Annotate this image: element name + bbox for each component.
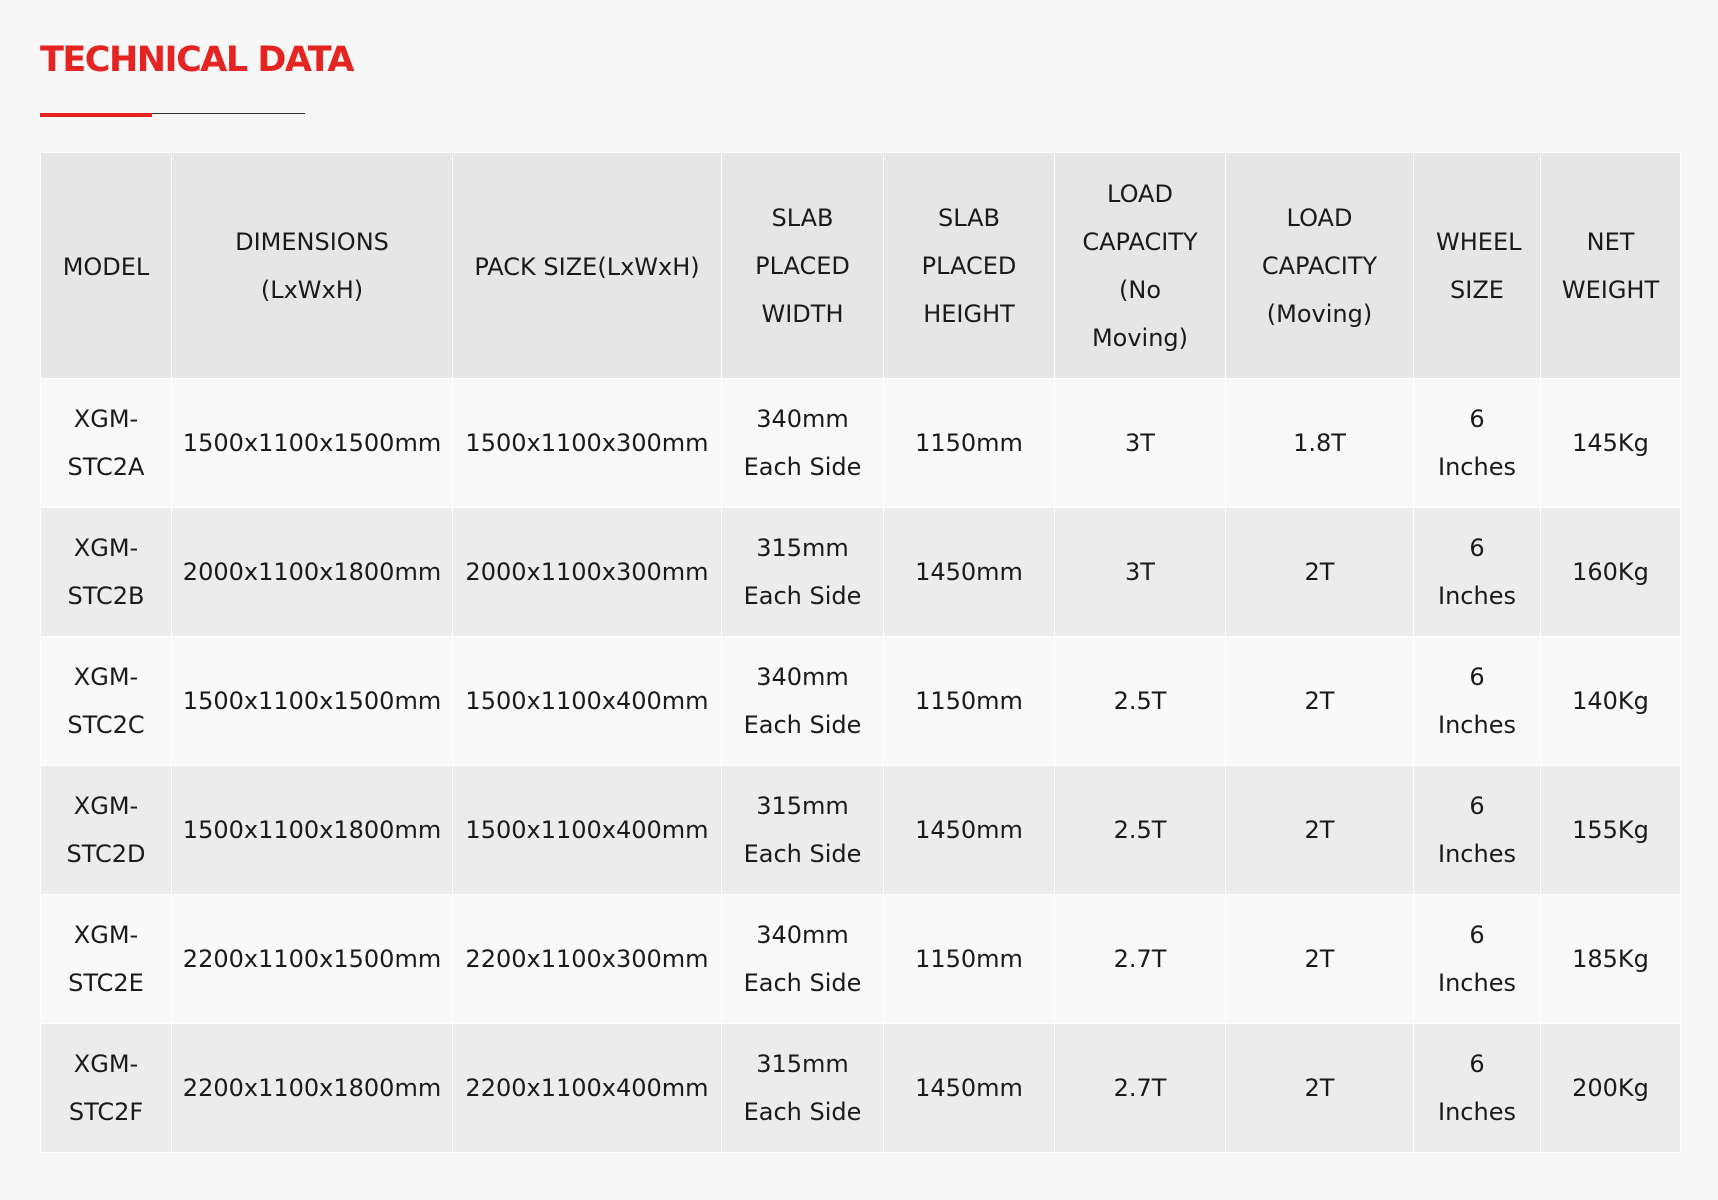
table-row: XGM-STC2A 1500x1100x1500mm 1500x1100x300mm…: [40, 378, 1681, 508]
table-row: XGM-STC2F 2200x1100x1800mm 2200x1100x400mm…: [40, 1023, 1681, 1153]
cell-slab-placed-width: 340mm Each Side: [721, 636, 884, 766]
cell-pack-size: 2000x1100x300mm: [452, 507, 722, 637]
cell-load-capacity-no-moving: 2.7T: [1054, 894, 1226, 1024]
table-body: XGM-STC2A 1500x1100x1500mm 1500x1100x300mm…: [40, 378, 1681, 1153]
cell-dimensions: 2200x1100x1800mm: [171, 1023, 453, 1153]
header-model: MODEL: [40, 152, 172, 379]
cell-dimensions: 1500x1100x1500mm: [171, 378, 453, 508]
cell-load-capacity-no-moving: 2.5T: [1054, 636, 1226, 766]
cell-dimensions: 1500x1100x1500mm: [171, 636, 453, 766]
technical-data-table: MODEL DIMENSIONS (LxWxH) PACK SIZE(LxWxH…: [40, 152, 1681, 1153]
cell-wheel-size: 6 Inches: [1413, 765, 1541, 895]
cell-wheel-size: 6 Inches: [1413, 507, 1541, 637]
cell-dimensions: 2000x1100x1800mm: [171, 507, 453, 637]
cell-model: XGM-STC2B: [40, 507, 172, 637]
cell-slab-placed-width: 315mm Each Side: [721, 765, 884, 895]
cell-net-weight: 155Kg: [1540, 765, 1681, 895]
cell-load-capacity-moving: 2T: [1225, 765, 1414, 895]
cell-pack-size: 1500x1100x400mm: [452, 636, 722, 766]
cell-slab-placed-height: 1150mm: [883, 894, 1055, 1024]
cell-net-weight: 185Kg: [1540, 894, 1681, 1024]
cell-load-capacity-no-moving: 3T: [1054, 507, 1226, 637]
section-title: TECHNICAL DATA: [40, 40, 355, 80]
cell-slab-placed-height: 1450mm: [883, 765, 1055, 895]
cell-load-capacity-no-moving: 2.7T: [1054, 1023, 1226, 1153]
cell-slab-placed-height: 1450mm: [883, 507, 1055, 637]
header-slab-placed-height: SLAB PLACED HEIGHT: [883, 152, 1055, 379]
cell-slab-placed-height: 1450mm: [883, 1023, 1055, 1153]
cell-wheel-size: 6 Inches: [1413, 636, 1541, 766]
table-row: XGM-STC2B 2000x1100x1800mm 2000x1100x300mm…: [40, 507, 1681, 637]
header-wheel-size: WHEEL SIZE: [1413, 152, 1541, 379]
title-underline-accent: [40, 113, 152, 117]
cell-load-capacity-moving: 2T: [1225, 507, 1414, 637]
table-row: XGM-STC2E 2200x1100x1500mm 2200x1100x300mm…: [40, 894, 1681, 1024]
cell-model: XGM-STC2E: [40, 894, 172, 1024]
cell-net-weight: 200Kg: [1540, 1023, 1681, 1153]
cell-load-capacity-moving: 2T: [1225, 636, 1414, 766]
cell-slab-placed-width: 340mm Each Side: [721, 894, 884, 1024]
cell-slab-placed-width: 315mm Each Side: [721, 507, 884, 637]
cell-slab-placed-height: 1150mm: [883, 636, 1055, 766]
cell-wheel-size: 6 Inches: [1413, 1023, 1541, 1153]
cell-slab-placed-width: 340mm Each Side: [721, 378, 884, 508]
cell-wheel-size: 6 Inches: [1413, 894, 1541, 1024]
cell-model: XGM-STC2A: [40, 378, 172, 508]
cell-slab-placed-width: 315mm Each Side: [721, 1023, 884, 1153]
cell-net-weight: 145Kg: [1540, 378, 1681, 508]
cell-dimensions: 2200x1100x1500mm: [171, 894, 453, 1024]
cell-pack-size: 2200x1100x400mm: [452, 1023, 722, 1153]
cell-slab-placed-height: 1150mm: [883, 378, 1055, 508]
cell-model: XGM-STC2C: [40, 636, 172, 766]
cell-pack-size: 2200x1100x300mm: [452, 894, 722, 1024]
cell-load-capacity-moving: 2T: [1225, 894, 1414, 1024]
cell-load-capacity-no-moving: 3T: [1054, 378, 1226, 508]
table-row: XGM-STC2C 1500x1100x1500mm 1500x1100x400mm…: [40, 636, 1681, 766]
cell-pack-size: 1500x1100x400mm: [452, 765, 722, 895]
cell-load-capacity-no-moving: 2.5T: [1054, 765, 1226, 895]
cell-load-capacity-moving: 1.8T: [1225, 378, 1414, 508]
header-dimensions: DIMENSIONS (LxWxH): [171, 152, 453, 379]
header-load-capacity-no-moving: LOAD CAPACITY (No Moving): [1054, 152, 1226, 379]
cell-net-weight: 140Kg: [1540, 636, 1681, 766]
cell-model: XGM-STC2F: [40, 1023, 172, 1153]
cell-dimensions: 1500x1100x1800mm: [171, 765, 453, 895]
table-header-row: MODEL DIMENSIONS (LxWxH) PACK SIZE(LxWxH…: [40, 152, 1681, 379]
table-row: XGM-STC2D 1500x1100x1800mm 1500x1100x400mm…: [40, 765, 1681, 895]
cell-load-capacity-moving: 2T: [1225, 1023, 1414, 1153]
header-slab-placed-width: SLAB PLACED WIDTH: [721, 152, 884, 379]
header-net-weight: NET WEIGHT: [1540, 152, 1681, 379]
header-pack-size: PACK SIZE(LxWxH): [452, 152, 722, 379]
cell-model: XGM-STC2D: [40, 765, 172, 895]
cell-net-weight: 160Kg: [1540, 507, 1681, 637]
cell-wheel-size: 6 Inches: [1413, 378, 1541, 508]
cell-pack-size: 1500x1100x300mm: [452, 378, 722, 508]
header-load-capacity-moving: LOAD CAPACITY (Moving): [1225, 152, 1414, 379]
